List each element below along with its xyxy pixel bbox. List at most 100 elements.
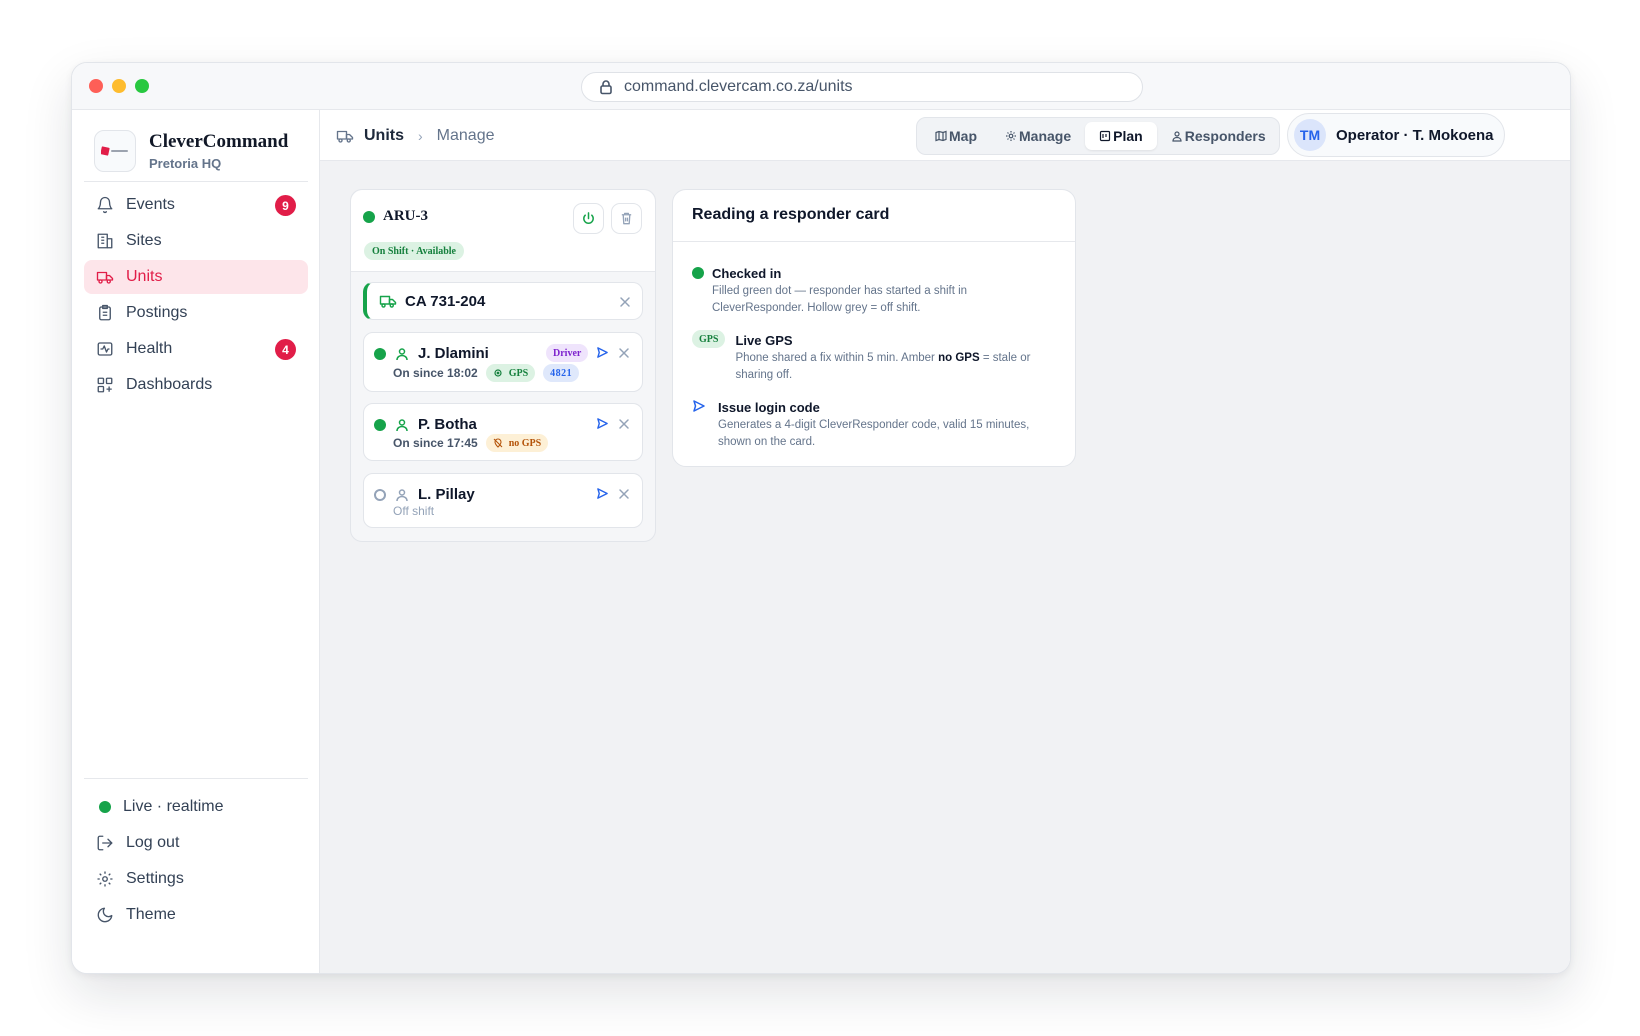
person-icon (396, 418, 408, 431)
tab-label: Responders (1184, 128, 1266, 144)
trash-icon (621, 212, 632, 225)
power-button[interactable] (573, 203, 604, 234)
gps-badge: GPS (485, 364, 536, 382)
help-item-checked-in: Checked in Filled green dot — responder … (692, 266, 1052, 317)
settings-button[interactable]: Settings (84, 862, 308, 896)
address-bar[interactable]: command.clevercam.co.za/units (581, 72, 1143, 102)
clipboard-icon (99, 304, 111, 321)
close-icon (620, 297, 630, 307)
close-icon (619, 489, 629, 499)
truck-icon (96, 271, 114, 284)
tab-manage[interactable]: Manage (991, 122, 1085, 150)
sidebar-item-dashboards[interactable]: Dashboards (84, 368, 308, 402)
brand[interactable]: CleverCommand Pretoria HQ (94, 130, 288, 172)
operator-name: Operator · T. Mokoena (1336, 126, 1494, 144)
moon-icon (97, 907, 113, 923)
unit-name: ARU-3 (383, 208, 428, 224)
brand-name: CleverCommand (149, 131, 289, 152)
live-status: Live · realtime (84, 790, 308, 824)
checked-in-dot (374, 418, 386, 431)
theme-label: Theme (126, 906, 176, 923)
responder-since: On since 18:02 (393, 366, 478, 380)
url-text: command.clevercam.co.za/units (624, 78, 853, 95)
send-icon (597, 488, 608, 499)
help-desc-text: Phone shared a fix within 5 min. Amber (735, 352, 939, 364)
help-title: Reading a responder card (692, 206, 890, 223)
sidebar-item-label: Events (126, 196, 175, 213)
responder-since: On since 17:45 (393, 436, 478, 450)
help-item-title: Live GPS (735, 333, 793, 348)
remove-vehicle-button[interactable] (618, 295, 632, 309)
bell-icon (97, 196, 113, 214)
responder-card[interactable]: J. Dlamini Driver On since 18:02 GPS 482… (363, 332, 643, 392)
brand-logo (94, 130, 136, 172)
help-item-title: Checked in (712, 266, 782, 281)
close-window-button[interactable] (89, 79, 103, 93)
person-icon (1172, 131, 1182, 142)
send-icon (597, 418, 608, 429)
lock-icon (600, 80, 612, 95)
gear-icon (1006, 131, 1016, 141)
issue-code-button[interactable] (596, 346, 610, 360)
truck-icon (379, 295, 397, 308)
checked-in-dot (692, 267, 704, 279)
sidebar-divider (84, 778, 308, 779)
tab-responders[interactable]: Responders (1157, 122, 1280, 150)
responder-since: Off shift (393, 504, 435, 518)
help-item-desc: Filled green dot — responder has started… (712, 285, 968, 314)
responder-name: L. Pillay (418, 486, 475, 503)
clevercam-logo-icon (101, 146, 128, 156)
operator-menu[interactable]: TM Operator · T. Mokoena (1287, 113, 1505, 157)
building-icon (97, 233, 113, 249)
events-count-badge: 9 (275, 195, 296, 216)
send-icon (693, 400, 705, 412)
logout-button[interactable]: Log out (84, 826, 308, 860)
help-desc-bold: no GPS (938, 352, 980, 364)
health-count-badge: 4 (275, 339, 296, 360)
sidebar-item-label: Health (126, 340, 173, 357)
person-icon (396, 347, 408, 360)
tab-plan[interactable]: Plan (1085, 122, 1157, 150)
live-dot-icon (99, 801, 111, 813)
remove-responder-button[interactable] (617, 487, 631, 501)
breadcrumb-manage: Manage (436, 126, 495, 144)
sidebar-item-events[interactable]: Events 9 (84, 188, 308, 222)
issue-code-button[interactable] (596, 487, 610, 501)
vehicle-card[interactable]: CA 731-204 (363, 282, 643, 320)
responder-card[interactable]: P. Botha On since 17:45 no GPS (363, 403, 643, 461)
live-status-label: Live · realtime (123, 798, 224, 815)
maximize-window-button[interactable] (135, 79, 149, 93)
delete-unit-button[interactable] (611, 203, 642, 234)
help-card: Reading a responder card Checked in Fill… (672, 189, 1076, 467)
close-icon (619, 348, 629, 358)
truck-icon (336, 130, 354, 143)
remove-responder-button[interactable] (617, 417, 631, 431)
pulse-icon (97, 342, 113, 356)
responder-name: J. Dlamini (418, 345, 489, 362)
gps-badge: GPS (692, 330, 726, 348)
no-gps-badge: no GPS (485, 434, 549, 452)
help-item-desc: Phone shared a fix within 5 min. Amber n… (735, 350, 1045, 384)
help-item-live-gps: GPS Live GPS Phone shared a fix within 5… (692, 330, 1045, 384)
sidebar-bottom: Live · realtime Log out Settings Theme (84, 790, 308, 934)
tab-map[interactable]: Map (921, 122, 991, 150)
grid-icon (97, 377, 113, 393)
unit-header: ARU-3 On Shift · Available (351, 190, 655, 272)
sidebar-item-units[interactable]: Units (84, 260, 308, 294)
theme-button[interactable]: Theme (84, 898, 308, 932)
power-icon (583, 212, 594, 224)
sidebar-item-postings[interactable]: Postings (84, 296, 308, 330)
issue-code-button[interactable] (596, 417, 610, 431)
unit-card: ARU-3 On Shift · Available CA 731-204 J.… (350, 189, 656, 542)
gear-icon (97, 871, 113, 887)
breadcrumb-units[interactable]: Units (364, 127, 404, 145)
minimize-window-button[interactable] (112, 79, 126, 93)
sidebar-item-health[interactable]: Health 4 (84, 332, 308, 366)
sidebar-item-sites[interactable]: Sites (84, 224, 308, 258)
vehicle-plate: CA 731-204 (405, 292, 486, 310)
sidebar-item-label: Sites (126, 232, 162, 249)
responder-card[interactable]: L. Pillay Off shift (363, 473, 643, 528)
send-icon (597, 347, 608, 358)
remove-responder-button[interactable] (617, 346, 631, 360)
avatar: TM (1294, 119, 1326, 151)
